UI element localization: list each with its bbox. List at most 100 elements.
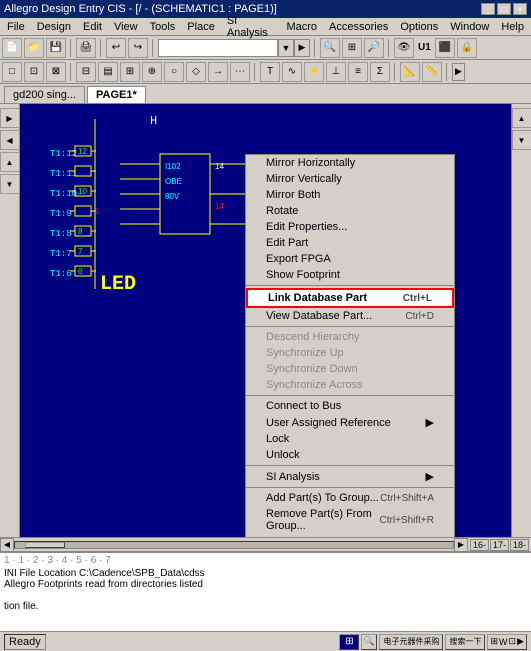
svg-text:LED: LED <box>100 273 136 296</box>
save-button[interactable]: 💾 <box>46 38 66 58</box>
cm-mirror-h[interactable]: Mirror Horizontally <box>246 155 454 171</box>
svg-text:H: H <box>150 114 157 128</box>
status-ready: Ready <box>4 634 46 650</box>
undo-button[interactable]: ↩ <box>106 38 126 58</box>
t2-btn2[interactable]: ⊡ <box>24 62 44 82</box>
t2-btn6[interactable]: ⊞ <box>120 62 140 82</box>
rs-btn2[interactable]: ▼ <box>512 130 531 150</box>
rs-btn1[interactable]: ▲ <box>512 108 531 128</box>
t2-btn13[interactable]: ∿ <box>282 62 302 82</box>
menu-tools[interactable]: Tools <box>145 20 181 34</box>
extra-btn1[interactable]: ⬛ <box>435 38 455 58</box>
t2-btn18[interactable]: 📐 <box>400 62 420 82</box>
cm-edit-props[interactable]: Edit Properties... <box>246 219 454 235</box>
cm-lock[interactable]: Lock <box>246 431 454 447</box>
t2-btn5[interactable]: ▤ <box>98 62 118 82</box>
ls-btn1[interactable]: ▶ <box>0 108 20 128</box>
tab-page1[interactable]: PAGE1* <box>87 86 146 103</box>
taskbar-windows-icon[interactable]: ⊞ <box>339 634 359 650</box>
cm-assign-power[interactable]: Assign Power Pins... <box>246 534 454 537</box>
menu-help[interactable]: Help <box>496 20 529 34</box>
zoom-in-btn[interactable]: 🔍 <box>320 38 340 58</box>
cm-sep5 <box>246 487 454 488</box>
new-button[interactable]: 📄 <box>2 38 22 58</box>
open-button[interactable]: 📁 <box>24 38 44 58</box>
t2-btn19[interactable]: 📏 <box>422 62 442 82</box>
left-sidebar: ▶ ◀ ▲ ▼ <box>0 104 20 537</box>
tab-gd200[interactable]: gd200 sing... <box>4 86 85 103</box>
cm-si-analysis[interactable]: SI Analysis ▶ <box>246 468 454 485</box>
cm-user-ref[interactable]: User Assigned Reference ▶ <box>246 414 454 431</box>
svg-text:T1:7: T1:7 <box>50 249 72 259</box>
taskbar-app2[interactable]: 搜索一下 <box>445 634 485 650</box>
scroll-left[interactable]: ◀ <box>0 538 14 552</box>
t2-btn8[interactable]: ○ <box>164 62 184 82</box>
cm-link-database[interactable]: Link Database Part Ctrl+L <box>246 288 454 308</box>
t2-btn9[interactable]: ◇ <box>186 62 206 82</box>
cm-sep4 <box>246 465 454 466</box>
cm-edit-part[interactable]: Edit Part <box>246 235 454 251</box>
search-go[interactable]: ▶ <box>294 39 310 57</box>
cm-rotate[interactable]: Rotate <box>246 203 454 219</box>
zoom-fit-btn[interactable]: ⊞ <box>342 38 362 58</box>
view-btn[interactable]: 👁 <box>394 38 414 58</box>
taskbar-search[interactable]: 🔍 <box>361 634 377 650</box>
toolbar-2: □ ⊡ ⊠ ⊟ ▤ ⊞ ⊕ ○ ◇ → ⋯ T ∿ ⚡ ⊥ ≡ Σ 📐 📏 ▶ <box>0 60 531 84</box>
scroll-thumb-h[interactable] <box>25 542 65 548</box>
ls-btn3[interactable]: ▲ <box>0 152 20 172</box>
page-num-17: 17- <box>490 539 509 551</box>
t2-btn11[interactable]: ⋯ <box>230 62 250 82</box>
maximize-button[interactable]: □ <box>497 3 511 15</box>
menu-macro[interactable]: Macro <box>281 20 322 34</box>
ls-btn4[interactable]: ▼ <box>0 174 20 194</box>
page-indicator: ▶ <box>452 63 465 81</box>
t2-btn17[interactable]: Σ <box>370 62 390 82</box>
search-input[interactable] <box>158 39 278 57</box>
menu-file[interactable]: File <box>2 20 30 34</box>
cm-add-group[interactable]: Add Part(s) To Group... Ctrl+Shift+A <box>246 490 454 506</box>
cm-sync-down: Synchronize Down <box>246 361 454 377</box>
minimize-button[interactable]: _ <box>481 3 495 15</box>
ls-btn2[interactable]: ◀ <box>0 130 20 150</box>
cm-unlock[interactable]: Unlock <box>246 447 454 463</box>
svg-text:T1:9: T1:9 <box>50 209 72 219</box>
menu-si-analysis[interactable]: SI Analysis <box>222 14 280 40</box>
extra-btn2[interactable]: 🔒 <box>457 38 477 58</box>
scroll-right[interactable]: ▶ <box>454 538 468 552</box>
cm-show-footprint[interactable]: Show Footprint <box>246 267 454 283</box>
cm-export-fpga[interactable]: Export FPGA <box>246 251 454 267</box>
t2-btn14[interactable]: ⚡ <box>304 62 324 82</box>
menu-options[interactable]: Options <box>395 20 443 34</box>
t2-btn16[interactable]: ≡ <box>348 62 368 82</box>
print-button[interactable]: 🖨 <box>76 38 96 58</box>
scroll-track-h[interactable] <box>14 541 454 549</box>
t2-btn15[interactable]: ⊥ <box>326 62 346 82</box>
menu-accessories[interactable]: Accessories <box>324 20 393 34</box>
svg-text:T1:8: T1:8 <box>50 229 72 239</box>
t2-btn10[interactable]: → <box>208 62 228 82</box>
cm-sep3 <box>246 395 454 396</box>
t2-btn4[interactable]: ⊟ <box>76 62 96 82</box>
t2-btn3[interactable]: ⊠ <box>46 62 66 82</box>
h-scrollbar[interactable]: ◀ ▶ 16- 17- 18- <box>0 537 531 551</box>
cm-mirror-v[interactable]: Mirror Vertically <box>246 171 454 187</box>
menu-place[interactable]: Place <box>182 20 220 34</box>
close-button[interactable]: × <box>513 3 527 15</box>
cm-remove-group[interactable]: Remove Part(s) From Group... Ctrl+Shift+… <box>246 506 454 534</box>
svg-text:14: 14 <box>215 162 224 171</box>
t2-btn1[interactable]: □ <box>2 62 22 82</box>
cm-connect-bus[interactable]: Connect to Bus <box>246 398 454 414</box>
menu-design[interactable]: Design <box>32 20 76 34</box>
menu-view[interactable]: View <box>109 20 143 34</box>
cm-mirror-both[interactable]: Mirror Both <box>246 187 454 203</box>
menu-window[interactable]: Window <box>445 20 494 34</box>
redo-button[interactable]: ↪ <box>128 38 148 58</box>
search-dropdown[interactable]: ▼ <box>278 39 294 57</box>
canvas-area[interactable]: H T1:12 12 T1:11 T1:10 <box>20 104 511 537</box>
t2-btn7[interactable]: ⊕ <box>142 62 162 82</box>
taskbar-app1[interactable]: 电子元器件采购 <box>379 634 443 650</box>
t2-btn12[interactable]: T <box>260 62 280 82</box>
cm-view-database[interactable]: View Database Part... Ctrl+D <box>246 308 454 324</box>
menu-edit[interactable]: Edit <box>78 20 107 34</box>
zoom-out-btn[interactable]: 🔎 <box>364 38 384 58</box>
